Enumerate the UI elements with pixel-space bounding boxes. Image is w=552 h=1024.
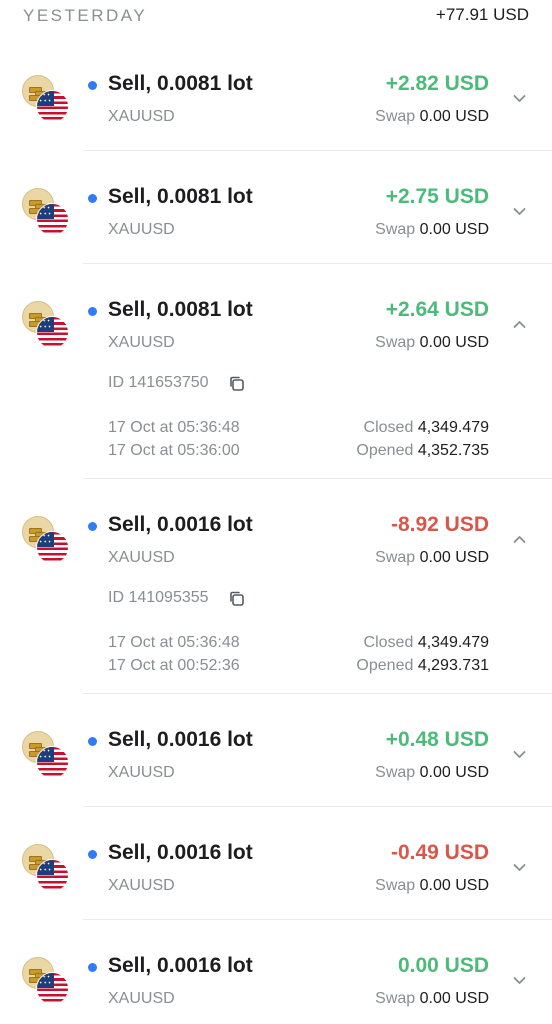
chevron-down-icon[interactable] [513, 92, 526, 105]
gold-usd-pair-icon [22, 301, 70, 349]
trade-title: Sell, 0.0016 lot [108, 841, 253, 864]
trade-pnl: +2.75 USD [385, 185, 489, 208]
section-total: +77.91 USD [435, 5, 529, 24]
opened-price-row: Opened 4,293.731 [356, 657, 489, 675]
gold-usd-pair-icon [22, 75, 70, 123]
trade-title: Sell, 0.0081 lot [108, 72, 253, 95]
trade-swap: Swap 0.00 USD [375, 877, 489, 895]
trade-pnl: +2.64 USD [385, 298, 489, 321]
gold-usd-pair-icon [22, 731, 70, 779]
trade-id: ID 141095355 [108, 589, 209, 606]
open-time: 17 Oct at 05:36:00 [108, 442, 240, 459]
trade-title: Sell, 0.0016 lot [108, 954, 253, 977]
trade-row[interactable]: Sell, 0.0081 lot XAUUSD +2.64 USD Swap 0… [0, 264, 552, 479]
trade-swap: Swap 0.00 USD [375, 334, 489, 352]
swap-value: 0.00 USD [419, 334, 489, 351]
swap-label: Swap [375, 334, 416, 351]
trade-swap: Swap 0.00 USD [375, 990, 489, 1008]
trade-row[interactable]: Sell, 0.0016 lot XAUUSD 0.00 USD Swap 0.… [0, 920, 552, 1024]
copy-icon[interactable] [228, 375, 245, 392]
trade-symbol: XAUUSD [108, 877, 175, 894]
close-time: 17 Oct at 05:36:48 [108, 634, 240, 651]
trade-swap: Swap 0.00 USD [375, 549, 489, 567]
section-title: YESTERDAY [23, 6, 148, 25]
status-dot-icon [88, 522, 97, 531]
open-time: 17 Oct at 00:52:36 [108, 657, 240, 674]
swap-value: 0.00 USD [419, 549, 489, 566]
closed-price: 4,349.479 [417, 419, 489, 436]
swap-value: 0.00 USD [419, 877, 489, 894]
swap-label: Swap [375, 877, 416, 894]
closed-price-row: Closed 4,349.479 [364, 419, 489, 437]
status-dot-icon [88, 850, 97, 859]
swap-label: Swap [375, 221, 416, 238]
trade-row[interactable]: Sell, 0.0016 lot XAUUSD +0.48 USD Swap 0… [0, 694, 552, 807]
status-dot-icon [88, 81, 97, 90]
trade-pnl: -0.49 USD [390, 841, 489, 864]
closed-price: 4,349.479 [417, 634, 489, 651]
trade-title: Sell, 0.0016 lot [108, 513, 253, 536]
swap-value: 0.00 USD [419, 108, 489, 125]
trade-symbol: XAUUSD [108, 334, 175, 351]
trade-id: ID 141653750 [108, 374, 209, 391]
close-time: 17 Oct at 05:36:48 [108, 419, 240, 436]
status-dot-icon [88, 194, 97, 203]
opened-price: 4,293.731 [417, 657, 489, 674]
chevron-down-icon[interactable] [513, 974, 526, 987]
swap-value: 0.00 USD [419, 221, 489, 238]
opened-label: Opened [356, 442, 414, 459]
closed-label: Closed [363, 634, 414, 651]
trade-symbol: XAUUSD [108, 764, 175, 781]
trade-pnl: -8.92 USD [390, 513, 489, 536]
trade-title: Sell, 0.0016 lot [108, 728, 253, 751]
swap-label: Swap [375, 990, 416, 1007]
trade-row[interactable]: Sell, 0.0081 lot XAUUSD +2.82 USD Swap 0… [0, 38, 552, 151]
trade-pnl: +0.48 USD [385, 728, 489, 751]
swap-value: 0.00 USD [419, 990, 489, 1007]
swap-label: Swap [375, 764, 416, 781]
chevron-down-icon[interactable] [513, 861, 526, 874]
trade-symbol: XAUUSD [108, 221, 175, 238]
trade-symbol: XAUUSD [108, 990, 175, 1007]
trade-title: Sell, 0.0081 lot [108, 298, 253, 321]
gold-usd-pair-icon [22, 188, 70, 236]
opened-label: Opened [356, 657, 414, 674]
closed-price-row: Closed 4,349.479 [364, 634, 489, 652]
trade-swap: Swap 0.00 USD [375, 221, 489, 239]
closed-label: Closed [363, 419, 414, 436]
swap-label: Swap [375, 549, 416, 566]
chevron-down-icon[interactable] [513, 748, 526, 761]
trade-title: Sell, 0.0081 lot [108, 185, 253, 208]
opened-price-row: Opened 4,352.735 [356, 442, 489, 460]
opened-price: 4,352.735 [417, 442, 489, 459]
trade-pnl: 0.00 USD [397, 954, 489, 977]
trade-row[interactable]: Sell, 0.0016 lot XAUUSD -0.49 USD Swap 0… [0, 807, 552, 920]
gold-usd-pair-icon [22, 844, 70, 892]
trade-row[interactable]: Sell, 0.0016 lot XAUUSD -8.92 USD Swap 0… [0, 479, 552, 694]
status-dot-icon [88, 307, 97, 316]
trade-swap: Swap 0.00 USD [375, 108, 489, 126]
swap-label: Swap [375, 108, 416, 125]
gold-usd-pair-icon [22, 516, 70, 564]
status-dot-icon [88, 737, 97, 746]
chevron-up-icon[interactable] [513, 533, 526, 546]
copy-icon[interactable] [228, 590, 245, 607]
chevron-down-icon[interactable] [513, 205, 526, 218]
chevron-up-icon[interactable] [513, 318, 526, 331]
trade-list: Sell, 0.0081 lot XAUUSD +2.82 USD Swap 0… [0, 38, 552, 1024]
swap-value: 0.00 USD [419, 764, 489, 781]
trade-swap: Swap 0.00 USD [375, 764, 489, 782]
trade-symbol: XAUUSD [108, 549, 175, 566]
trade-row[interactable]: Sell, 0.0081 lot XAUUSD +2.75 USD Swap 0… [0, 151, 552, 264]
status-dot-icon [88, 963, 97, 972]
trade-pnl: +2.82 USD [385, 72, 489, 95]
section-header: YESTERDAY +77.91 USD [0, 0, 552, 32]
gold-usd-pair-icon [22, 957, 70, 1005]
trade-symbol: XAUUSD [108, 108, 175, 125]
